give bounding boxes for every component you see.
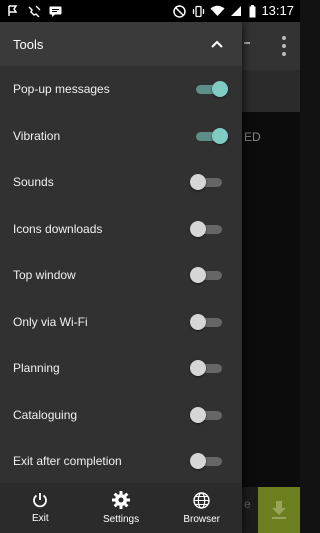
setting-row[interactable]: Only via Wi-Fi: [0, 299, 242, 346]
call-notification-icon: [26, 0, 42, 22]
settings-button[interactable]: Settings: [81, 483, 162, 533]
toggle-switch[interactable]: [190, 267, 224, 284]
setting-row[interactable]: Top window: [0, 252, 242, 299]
toggle-thumb: [190, 267, 206, 284]
vibrate-icon: [191, 0, 205, 22]
setting-row[interactable]: Vibration: [0, 113, 242, 160]
setting-label: Cataloguing: [13, 407, 78, 422]
setting-row[interactable]: Exit after completion: [0, 438, 242, 485]
toggle-thumb: [212, 127, 228, 144]
background-tab-label: ED: [244, 130, 261, 144]
status-time: 13:17: [261, 3, 294, 18]
setting-label: Pop-up messages: [13, 82, 110, 97]
chevron-up-icon[interactable]: [210, 37, 224, 51]
toggle-thumb: [190, 313, 206, 330]
status-bar: 13:17: [0, 0, 300, 22]
exit-button[interactable]: Exit: [0, 483, 81, 533]
background-toolbar-fragment: [244, 42, 250, 44]
setting-row[interactable]: Icons downloads: [0, 206, 242, 253]
setting-label: Top window: [13, 268, 76, 283]
toggle-thumb: [212, 81, 228, 98]
settings-label: Settings: [102, 514, 140, 525]
exit-label: Exit: [32, 513, 49, 524]
toggle-thumb: [190, 453, 206, 470]
globe-icon: [193, 491, 210, 509]
toggle-thumb: [190, 406, 206, 423]
toggle-switch[interactable]: [190, 174, 224, 191]
cell-signal-icon: [229, 0, 243, 22]
toggle-thumb: [190, 220, 206, 237]
drawer-header[interactable]: Tools: [0, 22, 242, 66]
wifi-icon: [209, 0, 225, 22]
gear-icon: [112, 491, 130, 509]
browser-button[interactable]: Browser: [161, 483, 242, 533]
setting-row[interactable]: Cataloguing: [0, 392, 242, 439]
flag-notification-icon: [6, 0, 20, 22]
setting-label: Sounds: [13, 175, 54, 190]
overflow-menu-icon[interactable]: [282, 36, 286, 56]
background-bottom-fragment: e: [244, 497, 251, 511]
power-icon: [33, 493, 48, 508]
setting-label: Exit after completion: [13, 454, 122, 469]
download-button[interactable]: [258, 487, 300, 533]
toggle-thumb: [190, 174, 206, 191]
download-icon: [272, 501, 286, 519]
setting-label: Only via Wi-Fi: [13, 314, 88, 329]
setting-label: Vibration: [13, 128, 61, 143]
toggle-switch[interactable]: [190, 406, 224, 423]
setting-row[interactable]: Sounds: [0, 159, 242, 206]
do-not-disturb-icon: [172, 0, 186, 22]
toggle-switch[interactable]: [194, 127, 228, 144]
browser-label: Browser: [183, 513, 221, 525]
tools-drawer: Tools Pop-up messages Vibration Sounds Icon…: [0, 22, 242, 533]
battery-icon: [247, 0, 257, 22]
toggle-switch[interactable]: [194, 81, 228, 98]
setting-label: Planning: [13, 361, 60, 376]
toggle-switch[interactable]: [190, 220, 224, 237]
setting-label: Icons downloads: [13, 221, 103, 236]
setting-row[interactable]: Pop-up messages: [0, 66, 242, 113]
settings-list: Pop-up messages Vibration Sounds Icons down…: [0, 66, 242, 485]
toggle-switch[interactable]: [190, 360, 224, 377]
drawer-bottom-nav: Exit Settings Browser: [0, 483, 242, 533]
toggle-switch[interactable]: [190, 313, 224, 330]
toggle-thumb: [190, 360, 206, 377]
setting-row[interactable]: Planning: [0, 345, 242, 392]
toggle-switch[interactable]: [190, 453, 224, 470]
message-notification-icon: [48, 0, 62, 22]
drawer-title: Tools: [13, 36, 44, 52]
